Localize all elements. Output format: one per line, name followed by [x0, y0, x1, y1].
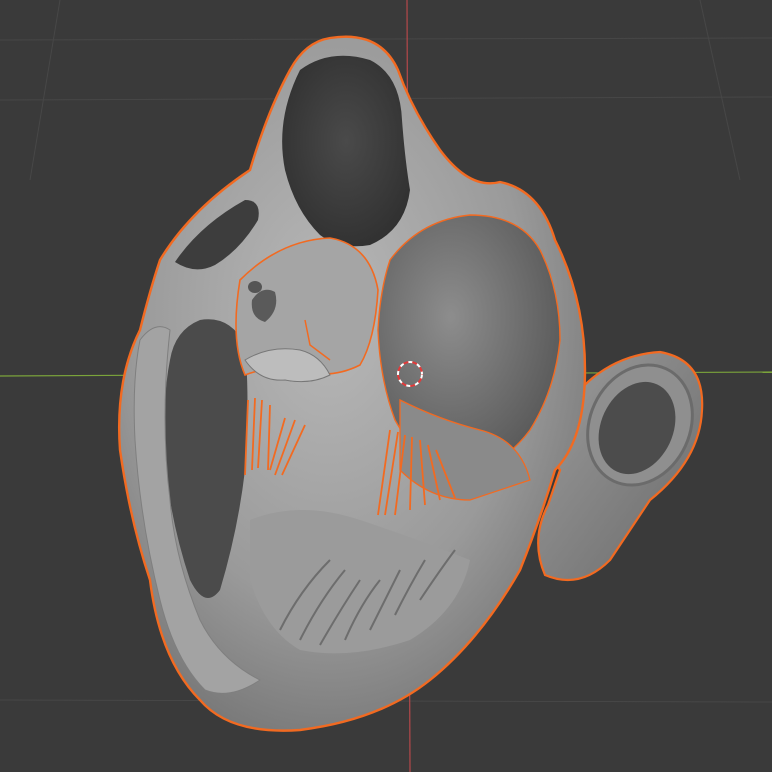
3d-viewport[interactable]: [0, 0, 772, 772]
viewport-canvas[interactable]: [0, 0, 772, 772]
